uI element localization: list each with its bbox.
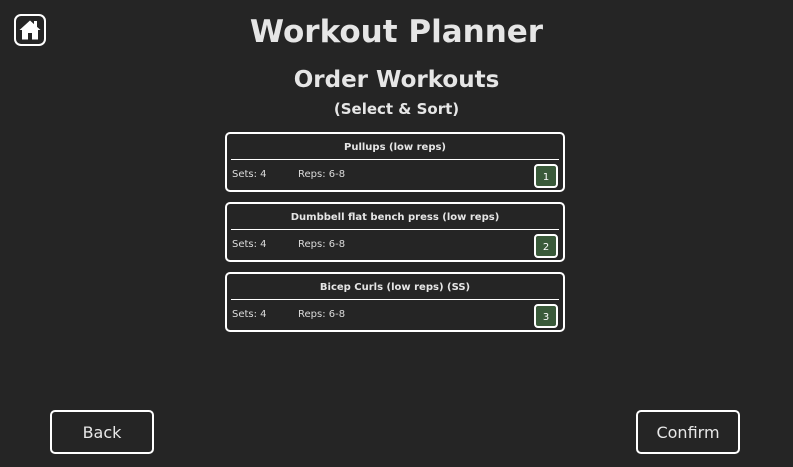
workout-name: Pullups (low reps) (344, 142, 446, 153)
workout-card[interactable]: Dumbbell flat bench press (low reps) Set… (225, 202, 565, 262)
back-button[interactable]: Back (50, 410, 154, 454)
app-title: Workout Planner (249, 14, 544, 50)
workout-reps: Reps: 6-8 (298, 239, 346, 250)
workout-reps: Reps: 6-8 (298, 309, 346, 320)
workout-name: Bicep Curls (low reps) (SS) (319, 282, 471, 293)
workout-name: Dumbbell flat bench press (low reps) (290, 212, 500, 223)
workout-reps: Reps: 6-8 (298, 169, 346, 180)
order-badge[interactable]: 2 (534, 234, 558, 258)
card-divider (231, 229, 559, 230)
page-heading: Order Workouts (293, 67, 500, 93)
page-subheading: (Select & Sort) (333, 100, 460, 118)
card-divider (231, 299, 559, 300)
order-badge[interactable]: 3 (534, 304, 558, 328)
workout-sets: Sets: 4 (232, 309, 267, 320)
workout-sets: Sets: 4 (232, 169, 267, 180)
confirm-button[interactable]: Confirm (636, 410, 740, 454)
workout-card[interactable]: Pullups (low reps) Sets: 4 Reps: 6-8 1 (225, 132, 565, 192)
card-divider (231, 159, 559, 160)
order-badge[interactable]: 1 (534, 164, 558, 188)
workout-sets: Sets: 4 (232, 239, 267, 250)
workout-card[interactable]: Bicep Curls (low reps) (SS) Sets: 4 Reps… (225, 272, 565, 332)
workout-list: Pullups (low reps) Sets: 4 Reps: 6-8 1 D… (225, 132, 565, 342)
